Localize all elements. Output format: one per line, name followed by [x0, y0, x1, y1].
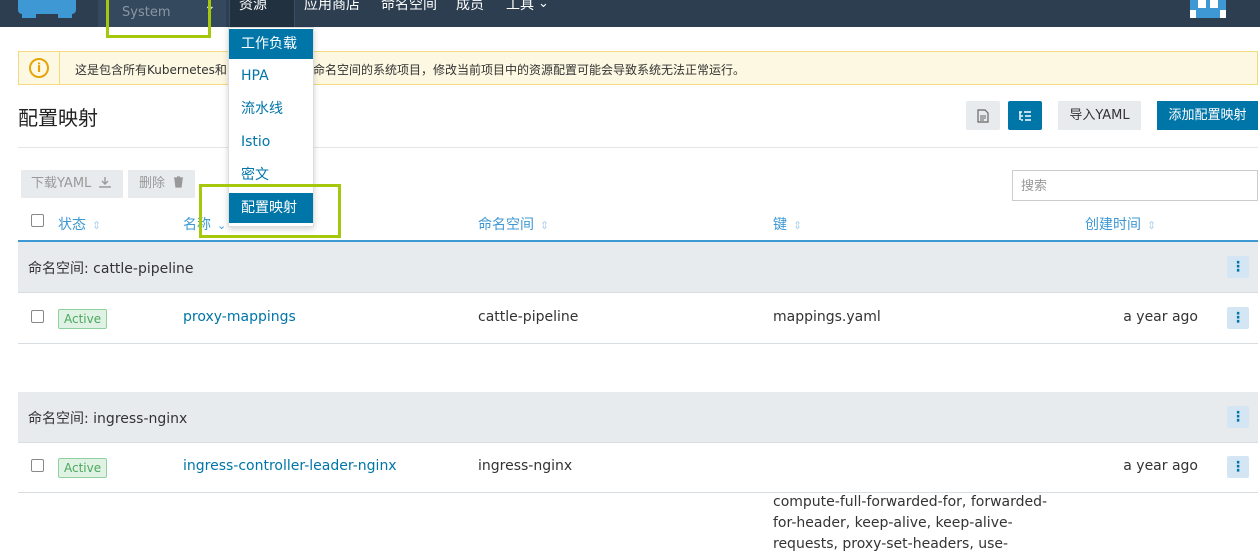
import-yaml-button[interactable]: 导入YAML: [1058, 101, 1141, 130]
kebab-menu-icon[interactable]: ⋮: [1227, 406, 1249, 428]
page-title: 配置映射: [18, 106, 98, 130]
namespace-cell: ingress-nginx: [478, 458, 573, 474]
trash-icon: [174, 176, 184, 188]
row-checkbox[interactable]: [31, 310, 44, 323]
divider: [18, 147, 1258, 148]
chevron-down-icon: ⌄: [538, 0, 549, 11]
created-cell: a year ago: [1123, 458, 1198, 474]
column-header-status[interactable]: 状态 ⇕: [58, 214, 101, 234]
sort-icon: ⇕: [1147, 219, 1157, 232]
nav-item-app-store[interactable]: 应用商店: [304, 0, 360, 14]
keys-cell: mappings.yaml: [773, 309, 881, 325]
search-input[interactable]: [1012, 170, 1258, 201]
created-cell: a year ago: [1123, 309, 1198, 325]
menu-item-pipeline[interactable]: 流水线: [229, 94, 313, 124]
status-badge: Active: [58, 309, 108, 329]
rancher-logo-icon[interactable]: [18, 0, 76, 18]
menu-item-workloads[interactable]: 工作负载: [229, 29, 313, 59]
kebab-menu-icon[interactable]: ⋮: [1227, 456, 1249, 478]
config-map-name-link[interactable]: proxy-mappings: [183, 309, 296, 325]
warning-text-end: 命名空间的系统项目，修改当前项目中的资源配置可能会导致系统无法正常运行。: [313, 63, 746, 77]
download-yaml-button[interactable]: 下载YAML: [21, 170, 123, 198]
delete-button[interactable]: 删除: [128, 170, 195, 198]
sort-icon: ⇕: [793, 219, 803, 232]
row-checkbox[interactable]: [31, 459, 44, 472]
system-project-warning: i 这是包含所有Kubernetes和 命名空间的系统项目，修改当前项目中的资源…: [18, 51, 1258, 85]
select-all-checkbox[interactable]: [31, 214, 44, 227]
namespace-group-label: 命名空间: ingress-nginx: [28, 411, 188, 427]
download-icon: [99, 177, 112, 188]
nav-item-resources[interactable]: 资源: [239, 0, 267, 14]
flat-view-button[interactable]: [966, 101, 1000, 130]
delete-label: 删除: [139, 176, 166, 191]
namespace-group-header: 命名空间: ingress-nginx ⋮: [18, 392, 1258, 443]
config-maps-highlight-box: [199, 184, 341, 238]
nav-item-tools[interactable]: 工具: [506, 0, 534, 14]
namespace-group-header: 命名空间: cattle-pipeline ⋮: [18, 242, 1258, 293]
project-highlight-box: [106, 0, 211, 38]
menu-item-hpa[interactable]: HPA: [229, 61, 313, 91]
nav-item-namespaces[interactable]: 命名空间: [381, 0, 437, 14]
sort-icon: ⇕: [540, 219, 550, 232]
column-header-keys[interactable]: 键 ⇕: [773, 214, 802, 234]
list-tree-icon: [1019, 110, 1031, 121]
keys-cell-overflow: compute-full-forwarded-for, forwarded-fo…: [773, 494, 1048, 552]
add-config-map-button[interactable]: 添加配置映射: [1157, 101, 1258, 130]
grouped-view-button[interactable]: [1008, 101, 1042, 130]
user-avatar[interactable]: [1190, 0, 1226, 18]
status-badge: Active: [58, 458, 108, 478]
warning-text-start: 这是包含所有Kubernetes和: [75, 63, 227, 77]
kebab-menu-icon[interactable]: ⋮: [1227, 307, 1249, 329]
namespace-cell: cattle-pipeline: [478, 309, 579, 325]
namespace-group-label: 命名空间: cattle-pipeline: [28, 261, 194, 277]
download-yaml-label: 下载YAML: [31, 176, 92, 191]
kebab-menu-icon[interactable]: ⋮: [1227, 256, 1249, 278]
table-row: Active proxy-mappings cattle-pipeline ma…: [18, 294, 1258, 344]
info-icon: i: [29, 58, 49, 78]
table-row: Active ingress-controller-leader-nginx i…: [18, 443, 1258, 493]
file-icon: [977, 108, 989, 123]
config-map-name-link[interactable]: ingress-controller-leader-nginx: [183, 458, 397, 474]
sort-icon: ⇕: [92, 219, 102, 232]
column-header-created[interactable]: 创建时间 ⇕: [1085, 214, 1156, 234]
column-header-namespace[interactable]: 命名空间 ⇕: [478, 214, 549, 234]
menu-item-istio[interactable]: Istio: [229, 127, 313, 157]
nav-item-members[interactable]: 成员: [456, 0, 484, 14]
